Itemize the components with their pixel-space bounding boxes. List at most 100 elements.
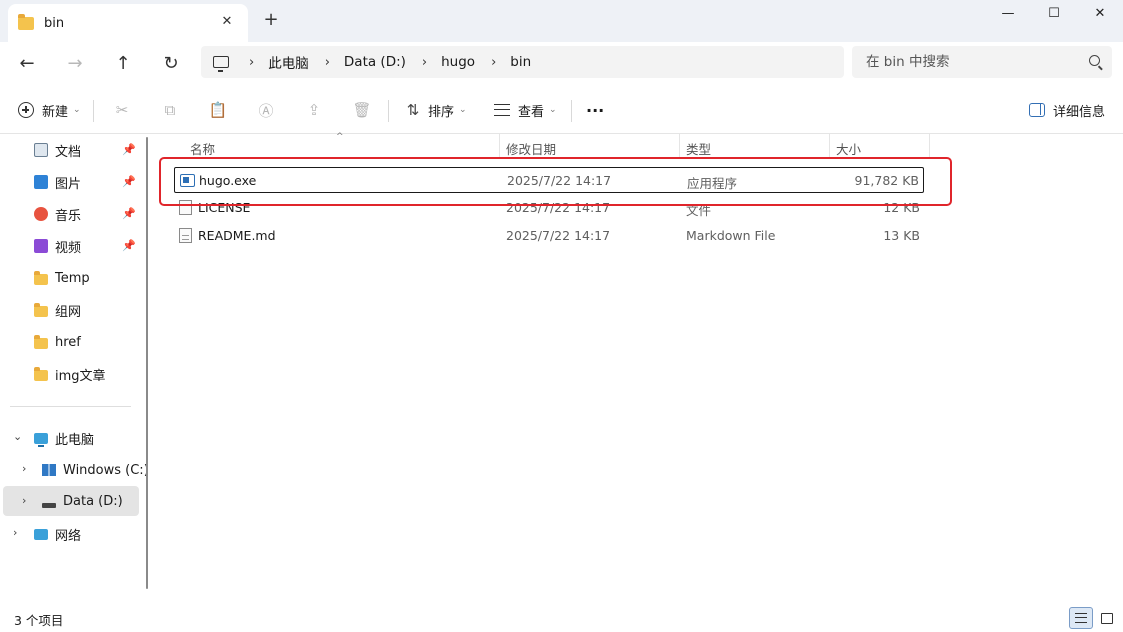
title-bar: bin ✕ + — ☐ ✕ [0, 0, 1123, 42]
sidebar-item-label: img文章 [55, 368, 106, 384]
view-button[interactable]: 查看 ⌄ [494, 98, 557, 122]
maximize-button[interactable]: ☐ [1031, 0, 1077, 30]
up-button[interactable]: ↑ [109, 50, 137, 78]
status-bar: 3 个项目 [0, 605, 1123, 632]
sidebar-item-label: 视频 [55, 240, 82, 256]
sidebar-item-label: 网络 [55, 528, 82, 544]
file-type: 应用程序 [687, 176, 738, 191]
rename-button[interactable]: Ⓐ [257, 98, 275, 122]
sidebar-scrollbar[interactable] [146, 137, 148, 589]
sort-button[interactable]: ⇅ 排序 ⌄ [404, 98, 467, 122]
sidebar-item-img-articles[interactable]: img文章 [0, 359, 144, 389]
chevron-right-icon[interactable]: › [491, 55, 496, 70]
new-tab-button[interactable]: + [262, 11, 280, 29]
column-header-size[interactable]: 大小 [836, 139, 861, 158]
details-pane-button[interactable]: 详细信息 [1029, 98, 1105, 122]
sidebar-item-music[interactable]: 音乐 📌 [0, 199, 144, 229]
sidebar-item-href[interactable]: href [0, 327, 144, 357]
toolbar-divider [571, 100, 572, 122]
sidebar-item-label: 音乐 [55, 208, 82, 224]
chevron-down-icon[interactable]: ⌄ [13, 430, 22, 443]
details-view-button[interactable] [1069, 607, 1093, 629]
chevron-right-icon[interactable]: › [22, 462, 26, 475]
more-options-button[interactable]: ··· [586, 98, 604, 122]
sidebar-item-zuwang[interactable]: 组网 [0, 295, 144, 325]
breadcrumb-data-d[interactable]: Data (D:) [344, 54, 406, 70]
column-header-date[interactable]: 修改日期 [506, 139, 556, 158]
chevron-right-icon[interactable]: › [22, 494, 26, 507]
sidebar-item-data-d[interactable]: › Data (D:) [3, 486, 139, 516]
video-icon [34, 239, 48, 253]
search-box[interactable] [852, 46, 1112, 78]
column-divider[interactable] [929, 134, 930, 158]
sidebar-item-label: 图片 [55, 176, 82, 192]
pin-icon[interactable]: 📌 [122, 175, 136, 188]
search-icon[interactable] [1089, 55, 1100, 66]
breadcrumb-hugo[interactable]: hugo [441, 54, 475, 70]
delete-button[interactable]: 🗑 [352, 98, 371, 122]
table-row[interactable]: LICENSE 2025/7/22 14:17 文件 12 KB [174, 195, 924, 221]
table-row[interactable]: hugo.exe 2025/7/22 14:17 应用程序 91,782 KB [174, 167, 924, 193]
cut-button[interactable]: ✂ [113, 98, 131, 122]
back-button[interactable]: ← [13, 50, 41, 78]
breadcrumb-this-pc[interactable]: 此电脑 [268, 52, 309, 72]
sidebar-item-network[interactable]: › 网络 [0, 519, 144, 549]
document-icon [34, 143, 48, 157]
chevron-right-icon[interactable]: › [13, 526, 17, 539]
sidebar-item-windows-c[interactable]: › Windows (C:) [0, 455, 149, 485]
column-divider[interactable] [829, 134, 830, 158]
new-button[interactable]: 新建 ⌄ [18, 98, 81, 122]
new-label: 新建 [42, 104, 69, 120]
sidebar-item-videos[interactable]: 视频 📌 [0, 231, 144, 261]
tab-bin[interactable]: bin ✕ [8, 4, 248, 42]
sort-ascending-icon: ^ [336, 132, 344, 142]
column-divider[interactable] [499, 134, 500, 158]
sidebar-item-label: 此电脑 [55, 432, 95, 448]
details-label: 详细信息 [1053, 104, 1106, 120]
column-header-name[interactable]: 名称 [190, 139, 215, 158]
sidebar-divider [10, 406, 131, 407]
minimize-button[interactable]: — [985, 0, 1031, 30]
pin-icon[interactable]: 📌 [122, 239, 136, 252]
view-label: 查看 [518, 104, 545, 120]
tab-close-icon[interactable]: ✕ [218, 13, 236, 31]
plus-icon [18, 102, 34, 118]
file-type: Markdown File [686, 228, 776, 243]
sidebar-item-this-pc[interactable]: ⌄ 此电脑 [0, 423, 144, 453]
folder-icon [34, 270, 48, 285]
paste-button[interactable]: 📋 [209, 98, 228, 122]
sidebar-item-label: 文档 [55, 144, 82, 160]
forward-button[interactable]: → [61, 50, 89, 78]
refresh-button[interactable]: ↻ [157, 50, 185, 78]
column-divider[interactable] [679, 134, 680, 158]
pin-icon[interactable]: 📌 [122, 207, 136, 220]
sidebar-item-pictures[interactable]: 图片 📌 [0, 167, 144, 197]
search-input[interactable] [866, 54, 1076, 70]
chevron-right-icon[interactable]: › [422, 55, 427, 70]
breadcrumb-bin[interactable]: bin [510, 54, 531, 70]
drive-icon [42, 502, 56, 508]
close-window-button[interactable]: ✕ [1077, 0, 1123, 30]
chevron-right-icon[interactable]: › [249, 55, 254, 70]
column-header-type[interactable]: 类型 [686, 139, 711, 158]
pin-icon[interactable]: 📌 [122, 143, 136, 156]
sidebar-item-documents[interactable]: 文档 📌 [0, 135, 144, 165]
folder-icon [34, 334, 48, 349]
markdown-file-icon [179, 228, 192, 243]
tiles-view-button[interactable] [1095, 607, 1119, 629]
column-headers: ^ 名称 修改日期 类型 大小 [156, 132, 1123, 158]
sort-label: 排序 [428, 104, 455, 120]
file-name: README.md [198, 228, 276, 243]
chevron-right-icon[interactable]: › [325, 55, 330, 70]
command-bar: 新建 ⌄ ✂ ⧉ 📋 Ⓐ ⇪ 🗑 ⇅ 排序 ⌄ 查看 ⌄ ··· 详细信息 [0, 86, 1123, 134]
share-button[interactable]: ⇪ [305, 98, 323, 122]
address-bar[interactable]: › 此电脑 › Data (D:) › hugo › bin [201, 46, 844, 78]
rename-icon: Ⓐ [258, 101, 274, 120]
computer-icon [213, 56, 229, 72]
file-icon [179, 200, 192, 215]
copy-button[interactable]: ⧉ [161, 98, 179, 122]
sidebar-item-temp[interactable]: Temp [0, 263, 144, 293]
sidebar-item-label: href [55, 334, 81, 350]
share-icon: ⇪ [307, 101, 321, 119]
table-row[interactable]: README.md 2025/7/22 14:17 Markdown File … [174, 223, 924, 249]
